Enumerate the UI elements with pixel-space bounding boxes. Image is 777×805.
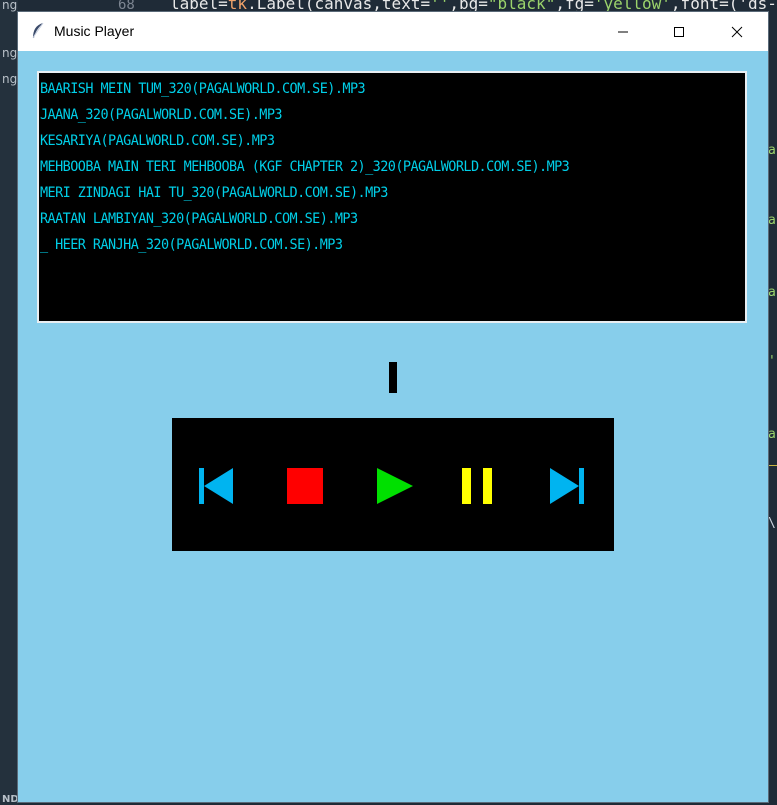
sidebar-word: ng bbox=[2, 46, 18, 60]
line-number: 68 bbox=[118, 0, 135, 13]
playlist-track[interactable]: MEHBOOBA MAIN TERI MEHBOOBA (KGF CHAPTER… bbox=[40, 154, 696, 180]
playlist-track[interactable]: BAARISH MEIN TUM_320(PAGALWORLD.COM.SE).… bbox=[40, 76, 696, 102]
skip-previous-icon bbox=[199, 468, 233, 504]
playlist-track[interactable]: JAANA_320(PAGALWORLD.COM.SE).MP3 bbox=[40, 102, 696, 128]
playlist-track[interactable]: RAATAN LAMBIYAN_320(PAGALWORLD.COM.SE).M… bbox=[40, 206, 696, 232]
feather-icon bbox=[30, 22, 46, 40]
play-button[interactable] bbox=[375, 466, 415, 506]
playlist-track[interactable]: _ HEER RANJHA_320(PAGALWORLD.COM.SE).MP3 bbox=[40, 232, 696, 258]
playlist-track[interactable]: MERI ZINDAGI HAI TU_320(PAGALWORLD.COM.S… bbox=[40, 180, 696, 206]
right-char: a bbox=[768, 427, 776, 442]
maximize-icon bbox=[674, 26, 684, 37]
previous-button[interactable] bbox=[196, 466, 236, 506]
sidebar-word: ng bbox=[2, 0, 18, 12]
background-right-code: a a a ' a \ bbox=[767, 50, 777, 805]
maximize-button[interactable] bbox=[656, 12, 702, 51]
pause-icon bbox=[462, 468, 492, 504]
play-icon bbox=[377, 468, 413, 504]
playlist-track[interactable]: KESARIYA(PAGALWORLD.COM.SE).MP3 bbox=[40, 128, 696, 154]
minimize-icon bbox=[618, 31, 628, 32]
close-button[interactable] bbox=[714, 12, 760, 51]
stop-button[interactable] bbox=[285, 466, 325, 506]
next-button[interactable] bbox=[547, 466, 587, 506]
skip-next-icon bbox=[550, 468, 584, 504]
pause-button[interactable] bbox=[460, 466, 500, 506]
controls-panel bbox=[172, 418, 614, 551]
stop-icon bbox=[287, 468, 323, 504]
code-text: label=tk.Label(canvas,text='',bg="black"… bbox=[170, 0, 777, 12]
window-title: Music Player bbox=[54, 23, 135, 39]
right-char: ' bbox=[768, 354, 776, 369]
title-bar[interactable]: Music Player bbox=[18, 12, 768, 51]
close-icon bbox=[731, 26, 743, 37]
minimize-button[interactable] bbox=[600, 12, 646, 51]
right-char: a bbox=[768, 143, 776, 158]
background-sidebar: ng ng ng NDS bbox=[0, 0, 26, 805]
right-divider bbox=[767, 465, 777, 466]
playlist-listbox[interactable]: BAARISH MEIN TUM_320(PAGALWORLD.COM.SE).… bbox=[37, 71, 747, 323]
now-playing-label bbox=[389, 362, 397, 393]
right-char: a bbox=[768, 213, 776, 228]
right-char: a bbox=[768, 285, 776, 300]
music-player-window: Music Player BAARISH MEIN TUM_320(PAGALW… bbox=[18, 12, 768, 802]
right-char: \ bbox=[768, 516, 776, 531]
sidebar-word: ng bbox=[2, 72, 18, 86]
